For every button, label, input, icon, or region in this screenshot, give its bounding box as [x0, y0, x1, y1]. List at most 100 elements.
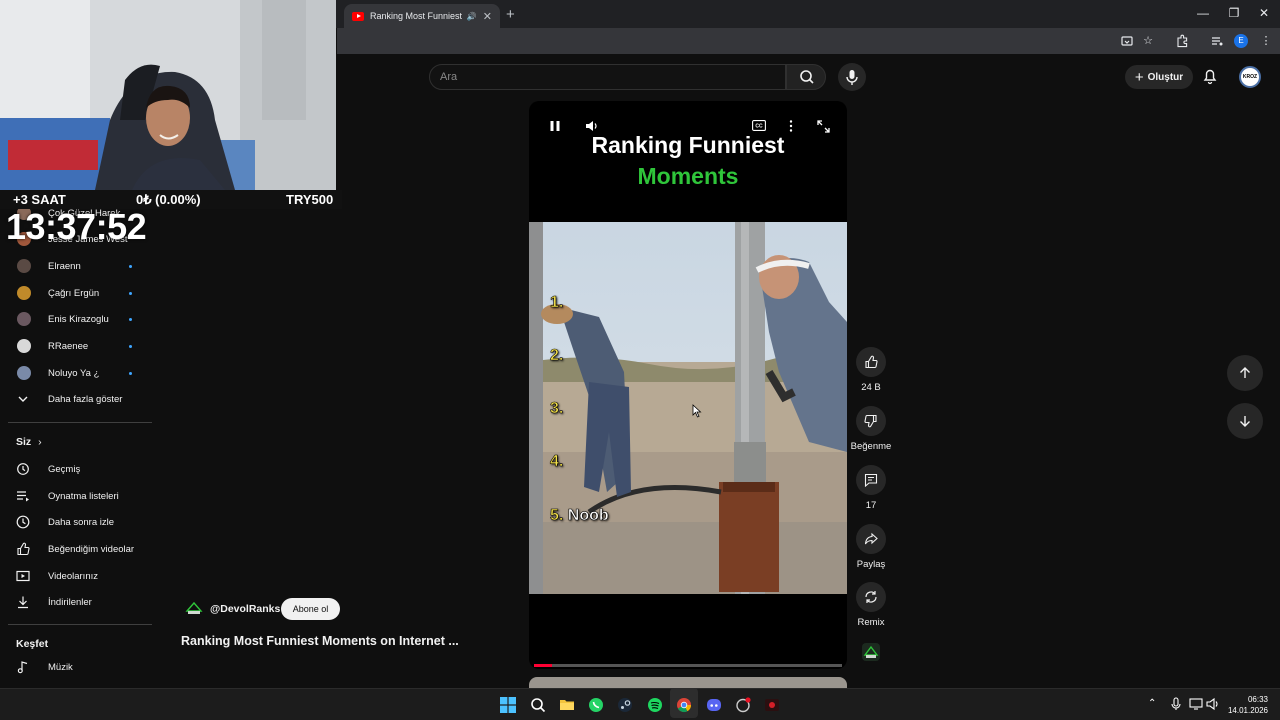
- thumbs-up-icon: [865, 355, 878, 369]
- sidebar-divider: [8, 624, 152, 625]
- windows-start-icon[interactable]: [500, 697, 516, 713]
- spotify-icon[interactable]: [647, 697, 663, 713]
- tab-title: Ranking Most Funniest Mo: [370, 11, 463, 21]
- sidebar-subscription-item[interactable]: Noluyo Ya ¿: [0, 360, 152, 386]
- remix-icon: [865, 591, 877, 603]
- create-button[interactable]: + Oluştur: [1125, 65, 1193, 89]
- tray-microphone-icon[interactable]: [1169, 697, 1185, 713]
- devolranks-logo-icon: [863, 645, 879, 658]
- sidebar-subscription-item[interactable]: Enis Kirazoglu: [0, 306, 152, 332]
- like-count: 24 B: [861, 382, 881, 393]
- tray-network-icon[interactable]: [1189, 697, 1205, 713]
- like-button[interactable]: [856, 347, 886, 377]
- share-button[interactable]: [856, 524, 886, 554]
- volume-button[interactable]: [585, 120, 599, 132]
- app-notification-icon[interactable]: [735, 697, 751, 713]
- browser-address-bar[interactable]: [337, 28, 1280, 54]
- whatsapp-icon[interactable]: [588, 697, 604, 713]
- browser-tab-active[interactable]: Ranking Most Funniest Mo 🔊 ✕: [344, 4, 500, 28]
- create-label: Oluştur: [1147, 71, 1184, 83]
- sidebar-item-downloads[interactable]: İndirilenler: [0, 589, 152, 615]
- taskbar-search-icon[interactable]: [530, 697, 546, 713]
- media-control-icon[interactable]: [1210, 34, 1224, 48]
- taskbar-clock[interactable]: 06:33 14.01.2026: [1226, 694, 1268, 716]
- steam-icon[interactable]: [617, 697, 633, 713]
- channel-avatar: [17, 286, 31, 300]
- tray-overflow-icon[interactable]: ⌃: [1148, 698, 1156, 709]
- pause-icon: [550, 121, 560, 131]
- like-icon: [17, 542, 30, 556]
- video-scene-image: [529, 222, 847, 594]
- new-content-dot: [129, 317, 132, 321]
- tray-volume-icon[interactable]: [1206, 697, 1222, 713]
- dislike-label: Beğenme: [850, 441, 892, 452]
- sidebar-subscription-item[interactable]: RRaenee: [0, 333, 152, 359]
- media-app-icon[interactable]: [764, 697, 780, 713]
- sidebar-item-label: İndirilenler: [48, 596, 92, 608]
- taskbar-time: 06:33: [1247, 695, 1268, 704]
- file-explorer-icon[interactable]: [559, 697, 575, 713]
- explore-section-header: Keşfet: [16, 638, 49, 650]
- next-short-button[interactable]: [1227, 403, 1263, 439]
- subscribe-button[interactable]: Abone ol: [281, 598, 340, 620]
- channel-logo[interactable]: [185, 600, 203, 616]
- mouse-cursor-icon: [692, 404, 702, 418]
- channel-sound-thumbnail[interactable]: [862, 643, 880, 661]
- history-icon: [17, 463, 29, 475]
- sidebar-item-watch-later[interactable]: Daha sonra izle: [0, 509, 152, 535]
- search-button[interactable]: [786, 64, 826, 90]
- account-avatar[interactable]: KROZ: [1239, 66, 1261, 88]
- dislike-button[interactable]: [856, 406, 886, 436]
- channel-avatar: [17, 259, 31, 273]
- you-section-header[interactable]: Siz ›: [16, 436, 42, 448]
- new-content-dot: [129, 371, 132, 375]
- shorts-player[interactable]: 1. 2. 3. 4. 5. Noob Ranking Funniest Mom…: [529, 101, 847, 669]
- channel-name[interactable]: @DevolRanks: [210, 603, 280, 615]
- sidebar-item-label: Noluyo Ya ¿: [48, 367, 100, 379]
- chevron-down-icon: [18, 396, 28, 402]
- music-icon: [17, 661, 28, 674]
- fullscreen-button[interactable]: [817, 120, 830, 133]
- sidebar-item-liked-videos[interactable]: Beğendiğim videolar: [0, 536, 152, 562]
- tab-audio-icon[interactable]: 🔊: [467, 12, 477, 21]
- next-short-preview[interactable]: [529, 677, 847, 688]
- window-minimize-button[interactable]: —: [1193, 6, 1213, 20]
- window-close-button[interactable]: ✕: [1254, 6, 1274, 20]
- browser-profile-avatar[interactable]: E: [1234, 34, 1248, 48]
- search-input[interactable]: Ara: [429, 64, 786, 90]
- bookmark-star-icon[interactable]: ☆: [1141, 34, 1155, 48]
- sidebar-subscription-item[interactable]: Elraenn: [0, 253, 152, 279]
- discord-icon[interactable]: [706, 697, 722, 713]
- browser-menu-icon[interactable]: ⋮: [1259, 34, 1273, 48]
- sidebar-subscription-item[interactable]: Çağrı Ergün: [0, 280, 152, 306]
- extensions-icon[interactable]: [1175, 34, 1189, 48]
- chrome-icon[interactable]: [676, 697, 692, 713]
- clock-icon: [16, 515, 30, 529]
- sidebar-item-music[interactable]: Müzik: [0, 654, 152, 680]
- player-more-button[interactable]: [787, 120, 795, 132]
- channel-avatar: [17, 366, 31, 380]
- window-restore-button[interactable]: ❐: [1224, 6, 1244, 20]
- captions-button[interactable]: CC: [752, 120, 766, 131]
- show-more-label: Daha fazla göster: [48, 393, 123, 405]
- comments-button[interactable]: [856, 465, 886, 495]
- sidebar-item-playlists[interactable]: Oynatma listeleri: [0, 483, 152, 509]
- notifications-bell-icon[interactable]: [1202, 68, 1218, 85]
- rank-label-4: 4.: [550, 453, 564, 471]
- previous-short-button[interactable]: [1227, 355, 1263, 391]
- cast-icon[interactable]: [1120, 34, 1134, 48]
- sidebar-item-history[interactable]: Geçmiş: [0, 456, 152, 482]
- show-more-button[interactable]: Daha fazla göster: [0, 386, 152, 412]
- sidebar-item-your-videos[interactable]: Videolarınız: [0, 563, 152, 589]
- new-tab-button[interactable]: +: [506, 6, 515, 23]
- remix-button[interactable]: [856, 582, 886, 612]
- more-vertical-icon: [789, 120, 793, 132]
- video-title[interactable]: Ranking Most Funniest Moments on Interne…: [181, 634, 459, 648]
- video-progress-bar[interactable]: [534, 664, 842, 667]
- sidebar-item-label: Beğendiğim videolar: [48, 543, 135, 555]
- tab-close-icon[interactable]: ✕: [483, 10, 492, 23]
- pause-button[interactable]: [549, 120, 561, 132]
- voice-search-button[interactable]: [838, 63, 866, 91]
- thumbs-down-icon: [864, 414, 877, 428]
- windows-taskbar: ⌃: [0, 688, 1280, 720]
